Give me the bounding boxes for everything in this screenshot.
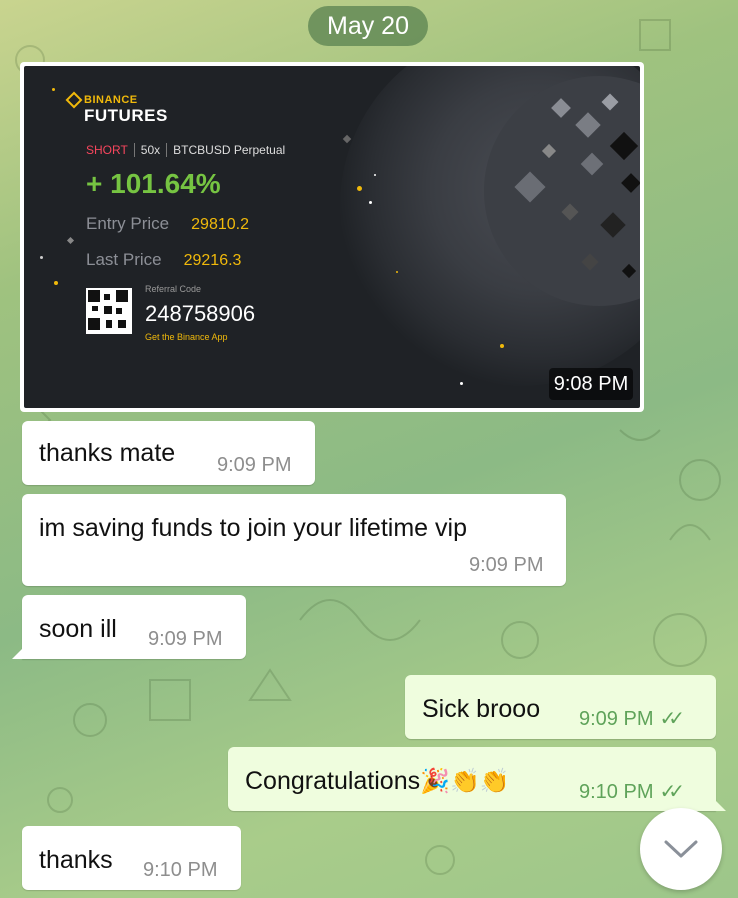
leverage: 50x xyxy=(135,143,168,157)
position-meta: SHORT 50x BTCBUSD Perpetual xyxy=(86,143,291,157)
message-time: 9:09 PM xyxy=(217,454,292,476)
brand-name: BINANCE xyxy=(84,94,138,106)
referral-code: 248758906 xyxy=(145,301,256,326)
emoji-party-clap: 🎉👏👏 xyxy=(420,768,510,795)
message-time: 9:09 PM ✓✓ xyxy=(579,708,685,730)
last-price-value: 29216.3 xyxy=(183,252,242,269)
image-message[interactable]: BINANCE FUTURES SHORT 50x BTCBUSD Perpet… xyxy=(20,62,644,412)
double-check-icon: ✓✓ xyxy=(659,781,684,803)
message-time: 9:10 PM ✓✓ xyxy=(579,781,685,803)
binance-pnl-card[interactable]: BINANCE FUTURES SHORT 50x BTCBUSD Perpet… xyxy=(24,66,640,408)
message-bubble-incoming[interactable]: thanks mate 9:09 PM xyxy=(22,421,315,485)
entry-price-row: Entry Price 29810.2 xyxy=(86,214,249,234)
date-separator: May 20 xyxy=(308,6,428,46)
entry-price-label: Entry Price xyxy=(86,214,170,233)
sparkle-dot xyxy=(357,186,362,191)
message-text: thanks mate xyxy=(39,439,176,467)
pnl-percentage: + 101.64% xyxy=(86,168,221,199)
get-app-text: Get the Binance App xyxy=(145,332,228,342)
message-bubble-incoming[interactable]: im saving funds to join your lifetime vi… xyxy=(22,494,566,586)
message-bubble-incoming[interactable]: thanks 9:10 PM xyxy=(22,826,241,890)
message-time: 9:09 PM xyxy=(469,554,544,576)
message-bubble-outgoing[interactable]: Sick brooo 9:09 PM ✓✓ xyxy=(405,675,716,739)
message-bubble-incoming[interactable]: soon ill 9:09 PM xyxy=(12,595,246,659)
product-name: FUTURES xyxy=(84,106,168,125)
qr-code xyxy=(86,288,132,334)
double-check-icon: ✓✓ xyxy=(659,708,684,730)
referral-label: Referral Code xyxy=(145,284,202,294)
message-time: 9:10 PM xyxy=(143,859,218,881)
last-price-label: Last Price xyxy=(86,250,162,269)
binance-logo: BINANCE xyxy=(65,91,138,109)
entry-price-value: 29810.2 xyxy=(191,216,249,233)
scroll-to-bottom-button[interactable] xyxy=(640,808,722,890)
chevron-down-icon xyxy=(664,840,698,858)
image-timestamp: 9:08 PM xyxy=(549,368,633,400)
message-text: Sick brooo xyxy=(422,695,541,723)
last-price-row: Last Price 29216.3 xyxy=(86,250,241,270)
message-text: thanks xyxy=(39,846,113,874)
message-time: 9:09 PM xyxy=(148,628,223,650)
binance-logo-icon xyxy=(65,91,83,109)
position-side: SHORT xyxy=(86,143,135,157)
message-text: Congratulations🎉👏👏 xyxy=(245,767,510,795)
message-text: soon ill xyxy=(39,615,117,643)
trading-pair: BTCBUSD Perpetual xyxy=(173,143,286,157)
message-text: im saving funds to join your lifetime vi… xyxy=(39,514,467,542)
message-bubble-outgoing[interactable]: Congratulations🎉👏👏 9:10 PM ✓✓ xyxy=(228,747,726,811)
